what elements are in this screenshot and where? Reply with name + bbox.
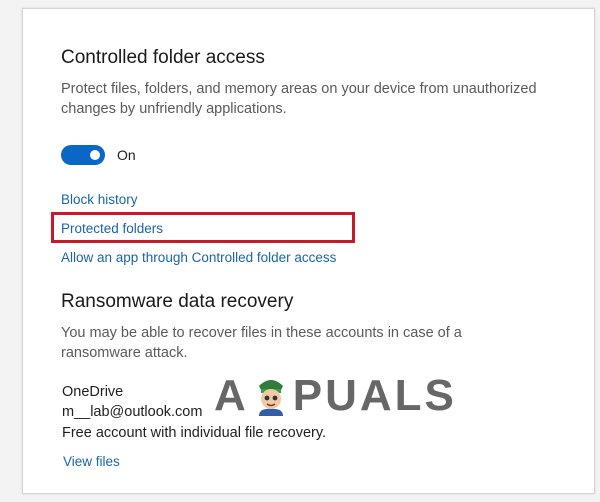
protected-folders-link[interactable]: Protected folders — [61, 221, 163, 236]
block-history-link[interactable]: Block history — [61, 192, 138, 207]
toggle-knob — [90, 150, 100, 160]
account-email: m__lab@outlook.com — [62, 404, 203, 420]
view-files-link[interactable]: View files — [63, 454, 120, 469]
controlled-folder-access-description-line1: Protect files, folders, and memory areas… — [61, 81, 537, 97]
controlled-folder-access-title: Controlled folder access — [61, 47, 265, 68]
ransomware-recovery-description-line1: You may be able to recover files in thes… — [61, 325, 462, 341]
account-service-name: OneDrive — [62, 384, 124, 400]
allow-app-link[interactable]: Allow an app through Controlled folder a… — [61, 250, 336, 265]
controlled-folder-access-description-line2: changes by unfriendly applications. — [61, 101, 287, 117]
watermark-letter-a: A — [214, 371, 249, 420]
toggle-state-label: On — [117, 147, 136, 163]
controlled-folder-access-toggle[interactable] — [61, 145, 105, 165]
ransomware-recovery-title: Ransomware data recovery — [61, 291, 294, 312]
watermark-logo: A PUALS — [214, 371, 457, 421]
mascot-icon — [251, 372, 291, 416]
account-plan: Free account with individual file recove… — [62, 425, 327, 441]
watermark-letters-puals: PUALS — [292, 371, 457, 420]
ransomware-recovery-description-line2: ransomware attack. — [61, 345, 188, 361]
